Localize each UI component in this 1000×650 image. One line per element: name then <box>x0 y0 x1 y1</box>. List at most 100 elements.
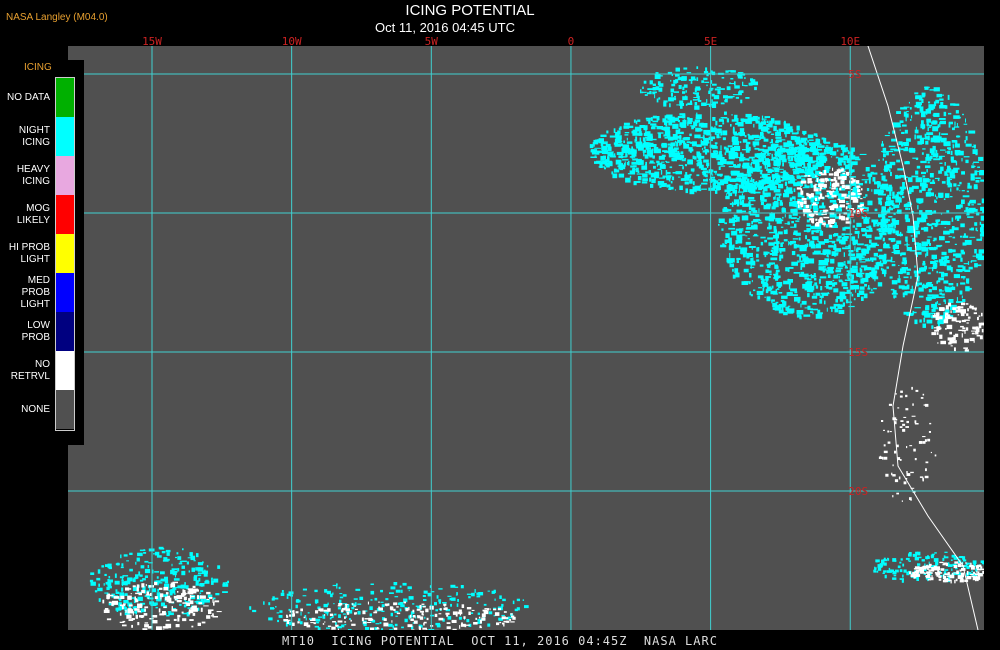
icing-cell <box>192 608 198 612</box>
icing-cell <box>754 163 760 169</box>
icing-cell <box>849 180 854 184</box>
icing-cell <box>140 615 144 618</box>
icing-cell <box>888 206 892 210</box>
icing-cell <box>768 226 772 230</box>
icing-cell <box>357 603 362 605</box>
icing-cell <box>249 606 252 610</box>
icing-cell <box>938 277 944 281</box>
icing-cell <box>401 589 403 593</box>
icing-cell <box>324 589 328 593</box>
icing-cell <box>636 173 643 175</box>
icing-cell <box>943 111 947 117</box>
icing-cell <box>102 599 105 604</box>
icing-cell <box>949 182 952 188</box>
icing-cell <box>171 563 173 567</box>
icing-cell <box>652 92 656 95</box>
icing-cell <box>141 583 145 588</box>
icing-cell <box>936 301 938 304</box>
icing-cell <box>393 608 396 611</box>
icing-cell <box>884 574 887 579</box>
legend-item-label: NO DATA <box>7 91 50 103</box>
legend-swatch <box>56 273 74 312</box>
icing-cell <box>922 178 930 183</box>
icing-cell <box>930 294 934 297</box>
icing-cell <box>934 194 936 197</box>
icing-cell <box>953 274 960 279</box>
icing-cell <box>181 565 185 569</box>
icing-cell <box>898 285 905 289</box>
icing-cell <box>779 254 784 259</box>
icing-cell <box>981 312 983 317</box>
icing-cell <box>837 235 842 239</box>
icing-cell <box>305 617 307 621</box>
icing-cell <box>949 174 956 179</box>
icing-cell <box>889 276 893 279</box>
icing-cell <box>359 596 364 600</box>
icing-cell <box>967 287 972 290</box>
icing-cell <box>762 145 767 148</box>
icing-cell <box>690 168 695 172</box>
icing-cell <box>347 629 352 630</box>
icing-cell <box>450 584 456 588</box>
icing-cell <box>769 273 772 276</box>
icing-cell <box>97 587 103 592</box>
icing-cell <box>98 598 101 602</box>
icing-cell <box>494 598 496 601</box>
icing-cell <box>637 176 642 181</box>
icing-cell <box>728 227 735 230</box>
icing-cell <box>311 617 316 621</box>
icing-cell <box>122 575 129 577</box>
icing-cell <box>956 269 964 272</box>
icing-cell <box>654 174 656 179</box>
icing-cell <box>748 205 752 210</box>
icing-cell <box>633 181 641 183</box>
icing-cell <box>354 608 358 610</box>
icing-cell <box>108 601 112 604</box>
icing-cell <box>901 261 907 265</box>
icing-cell <box>604 163 611 166</box>
icing-cell <box>786 129 794 133</box>
icing-cell <box>886 151 889 156</box>
icing-cell <box>191 567 195 572</box>
icing-cell <box>964 269 971 272</box>
icing-cell <box>711 174 714 176</box>
icing-cell <box>690 81 693 84</box>
icing-cell <box>894 450 897 454</box>
icing-cell <box>784 192 788 195</box>
icing-cell <box>907 560 910 562</box>
icing-cell <box>729 176 732 179</box>
icing-cell <box>288 591 294 595</box>
icing-cell <box>436 595 439 599</box>
icing-cell <box>938 170 942 174</box>
icing-cell <box>967 316 971 319</box>
icing-cell <box>704 81 710 83</box>
icing-cell <box>951 217 954 222</box>
icing-cell <box>298 618 301 621</box>
icing-cell <box>425 629 428 630</box>
icing-cell <box>788 267 794 269</box>
icing-cell <box>713 170 717 173</box>
icing-cell <box>773 250 779 253</box>
icing-cell <box>934 260 939 263</box>
icing-cell <box>981 223 984 228</box>
icing-cell <box>874 181 881 185</box>
icing-cell <box>952 127 955 131</box>
icing-cell <box>421 603 425 605</box>
icing-cell <box>930 570 935 572</box>
icing-cell <box>351 603 354 605</box>
icing-cell <box>927 236 932 238</box>
icing-cell <box>198 602 203 605</box>
icing-cell <box>740 153 744 158</box>
icing-cell <box>612 173 618 179</box>
icing-cell <box>703 159 709 163</box>
icing-cell <box>137 552 143 557</box>
icing-cell <box>965 159 969 164</box>
icing-cell <box>837 176 843 180</box>
satellite-map[interactable]: 5S 10S 15S 20S <box>68 46 984 630</box>
icing-cell <box>115 607 122 611</box>
icing-cell <box>749 174 752 177</box>
icing-cell <box>159 613 165 616</box>
icing-cell <box>961 171 965 175</box>
icing-cell <box>760 201 764 206</box>
icing-cell <box>931 553 935 556</box>
